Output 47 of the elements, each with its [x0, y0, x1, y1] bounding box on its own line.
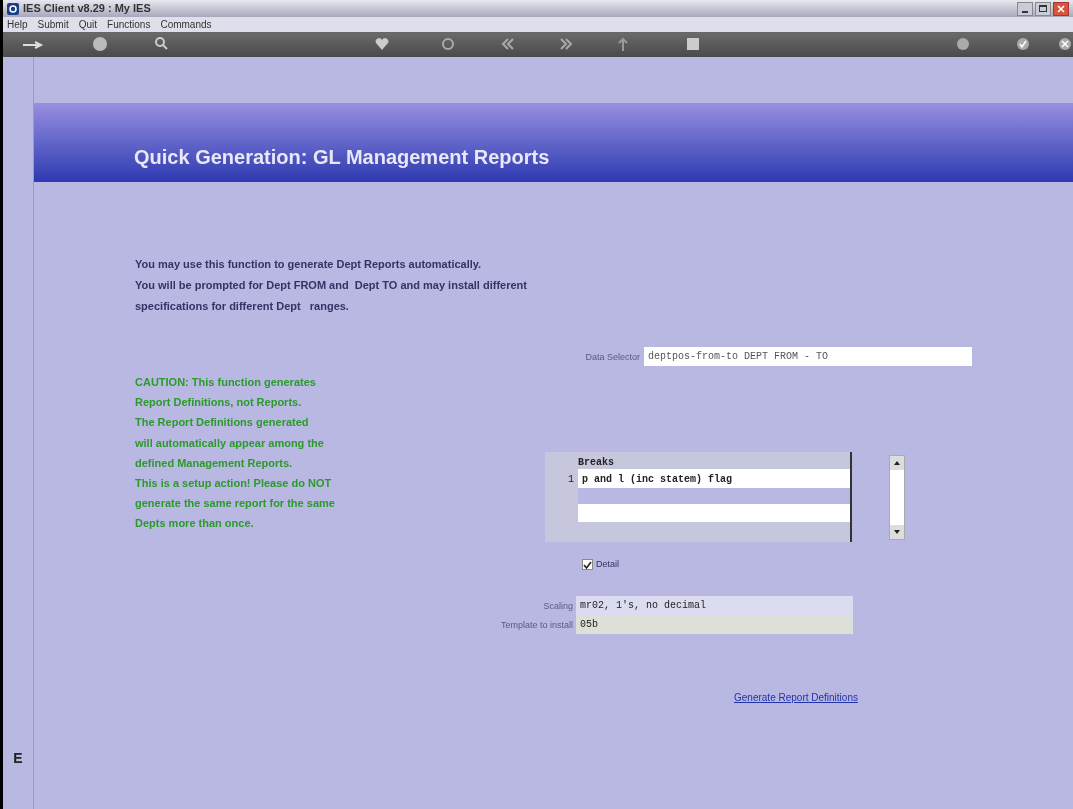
- caution-text: will automatically appear among the: [135, 435, 325, 451]
- arrow-icon[interactable]: [23, 41, 45, 49]
- field-label: Template to install: [499, 618, 574, 632]
- caution-text: CAUTION: This function generates: [135, 375, 317, 390]
- forward-icon[interactable]: [559, 38, 573, 50]
- field-label: Scaling: [542, 599, 574, 613]
- circle-icon[interactable]: [441, 37, 455, 51]
- scaling-field[interactable]: mr02, 1's, no decimal: [576, 595, 853, 615]
- up-arrow-icon[interactable]: [894, 461, 900, 465]
- close-icon[interactable]: [1058, 37, 1072, 51]
- menu-item[interactable]: Commands: [160, 17, 212, 32]
- caution-text: The Report Definitions generated: [135, 415, 310, 431]
- intro-text: specifications for different Dept ranges.: [135, 299, 350, 314]
- caution-text: Report Definitions, not Reports.: [135, 395, 303, 411]
- list-row[interactable]: p and l (inc statem) flag: [578, 469, 850, 488]
- close-button[interactable]: [1053, 1, 1069, 16]
- checkbox-label: Detail: [596, 558, 619, 571]
- generate-link[interactable]: Generate Report Definitions: [734, 689, 858, 705]
- search-icon[interactable]: [154, 36, 168, 50]
- minimize-button[interactable]: [1017, 1, 1033, 16]
- data-selector-field[interactable]: deptpos-from-to DEPT FROM - TO: [644, 347, 972, 366]
- caution-text: defined Management Reports.: [135, 455, 294, 471]
- page-title: Quick Generation: GL Management Reports: [134, 145, 550, 170]
- caution-text: generate the same report for the same: [135, 496, 336, 512]
- menu-item[interactable]: Submit: [37, 17, 69, 32]
- field-label: Data Selector: [584, 351, 641, 364]
- menu-item[interactable]: Help: [7, 17, 28, 32]
- intro-text: You will be prompted for Dept FROM and Dept TO and may install different: [135, 278, 528, 293]
- down-arrow-icon[interactable]: [894, 530, 900, 534]
- detail-checkbox[interactable]: [582, 559, 593, 571]
- app-icon: [7, 2, 19, 15]
- window-title: IES Client v8.29 : My IES: [23, 1, 151, 17]
- menu-item[interactable]: Quit: [78, 17, 98, 32]
- scrollbar[interactable]: [889, 455, 905, 540]
- column-header: Breaks: [578, 456, 615, 469]
- menu-item[interactable]: Functions: [107, 17, 151, 32]
- caution-text: This is a setup action! Please do NOT: [135, 476, 333, 491]
- caution-text: Depts more than once.: [135, 516, 255, 532]
- heart-icon[interactable]: [375, 38, 389, 50]
- row-number: 1: [568, 473, 575, 487]
- rewind-icon[interactable]: [501, 38, 515, 50]
- intro-text: You may use this function to generate Dept Reports automatically.: [135, 257, 483, 272]
- side-tab[interactable]: E: [13, 748, 23, 769]
- circle-icon[interactable]: [956, 37, 970, 51]
- maximize-button[interactable]: [1035, 1, 1051, 16]
- close-icon: [1057, 4, 1065, 13]
- check-icon[interactable]: [1016, 37, 1030, 51]
